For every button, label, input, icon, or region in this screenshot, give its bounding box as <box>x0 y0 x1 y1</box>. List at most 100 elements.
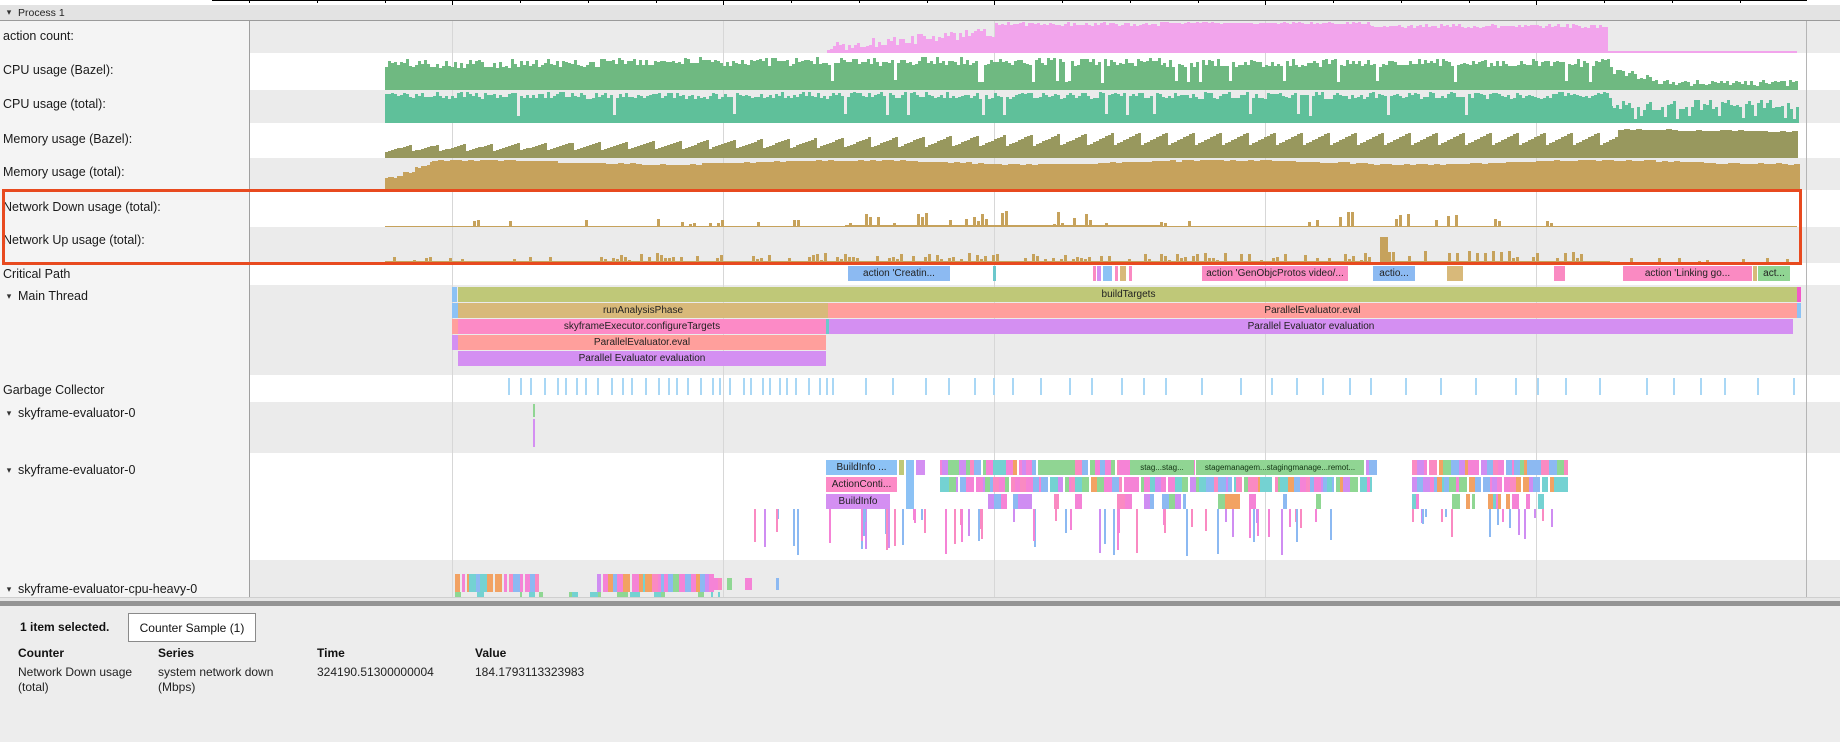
hanging-slice[interactable] <box>1451 509 1453 537</box>
gc-tick[interactable] <box>832 378 834 395</box>
evaluator-tick[interactable] <box>533 404 535 417</box>
hanging-slice[interactable] <box>764 509 766 547</box>
slice[interactable] <box>916 460 925 475</box>
thread-slice[interactable] <box>462 574 464 592</box>
hanging-slice[interactable] <box>888 509 890 548</box>
hanging-slice[interactable] <box>1225 509 1227 522</box>
hanging-slice[interactable] <box>1315 509 1317 522</box>
slice[interactable] <box>1097 266 1101 281</box>
triangle-down-icon[interactable]: ▾ <box>0 584 18 595</box>
table-header-counter[interactable]: Counter <box>18 646 64 660</box>
counter-sample[interactable] <box>1796 107 1799 123</box>
process-header[interactable]: ▾ Process 1 <box>0 5 1840 21</box>
hanging-slice[interactable] <box>1497 509 1499 525</box>
thread-slice[interactable] <box>1526 494 1531 509</box>
thread-slice[interactable] <box>727 578 732 590</box>
slice[interactable] <box>1554 266 1565 281</box>
thread-slice[interactable] <box>1150 494 1155 509</box>
gc-tick[interactable] <box>769 378 771 395</box>
gc-tick[interactable] <box>508 378 510 395</box>
slice-buildtargets[interactable]: buildTargets <box>458 287 1799 302</box>
thread-slice[interactable] <box>1082 477 1090 492</box>
slice-buildinfo[interactable]: BuildInfo <box>826 494 890 509</box>
gc-tick[interactable] <box>611 378 613 395</box>
thread-slice[interactable] <box>1006 460 1013 475</box>
hanging-slice[interactable] <box>864 509 866 522</box>
gc-tick[interactable] <box>1271 378 1273 395</box>
thread-slice[interactable] <box>1001 494 1007 509</box>
gc-tick[interactable] <box>892 378 894 395</box>
triangle-down-icon[interactable]: ▾ <box>0 465 18 476</box>
thread-slice[interactable] <box>1316 494 1322 509</box>
slice[interactable] <box>1753 266 1757 281</box>
gc-tick[interactable] <box>1296 378 1298 395</box>
hanging-slice[interactable] <box>1117 509 1119 550</box>
hanging-slice[interactable] <box>1441 509 1443 522</box>
gc-tick[interactable] <box>1440 378 1442 395</box>
hanging-slice[interactable] <box>1489 509 1491 537</box>
gc-tick[interactable] <box>1537 378 1539 395</box>
slice[interactable] <box>1120 266 1126 281</box>
thread-slice[interactable] <box>1343 477 1350 492</box>
thread-slice[interactable] <box>1162 494 1169 509</box>
thread-slice[interactable] <box>1075 494 1083 509</box>
hanging-slice[interactable] <box>1330 509 1332 540</box>
gc-tick[interactable] <box>948 378 950 395</box>
thread-slice[interactable] <box>1228 477 1232 492</box>
hanging-slice[interactable] <box>921 509 923 520</box>
gc-tick[interactable] <box>700 378 702 395</box>
triangle-down-icon[interactable]: ▾ <box>0 7 18 18</box>
track-label-memory-usage-total[interactable]: Memory usage (total): <box>0 163 248 181</box>
thread-slice[interactable] <box>1225 494 1233 509</box>
gc-tick[interactable] <box>520 378 522 395</box>
slice[interactable] <box>1797 303 1801 318</box>
hanging-slice[interactable] <box>1065 509 1067 533</box>
slice[interactable] <box>1797 287 1801 302</box>
hanging-slice[interactable] <box>1289 509 1291 527</box>
hanging-slice[interactable] <box>1542 509 1544 521</box>
thread-slice[interactable] <box>1027 494 1032 509</box>
gc-tick[interactable] <box>1040 378 1042 395</box>
thread-slice[interactable] <box>1452 494 1460 509</box>
counter-sample[interactable] <box>1794 164 1800 190</box>
thread-slice[interactable] <box>1144 477 1151 492</box>
hanging-slice[interactable] <box>968 509 970 536</box>
slice-parallel-evaluator-evaluation[interactable]: Parallel Evaluator evaluation <box>829 319 1793 334</box>
gc-tick[interactable] <box>1599 378 1601 395</box>
hanging-slice[interactable] <box>1412 509 1414 522</box>
thread-slice[interactable] <box>1498 460 1505 475</box>
thread-slice[interactable] <box>1125 494 1132 509</box>
thread-slice[interactable] <box>956 477 958 492</box>
thread-slice-staging[interactable] <box>1040 460 1075 475</box>
counter-sample[interactable] <box>1795 81 1798 90</box>
slice[interactable] <box>452 287 457 302</box>
thread-slice[interactable] <box>487 574 493 592</box>
slice-actio-[interactable]: actio... <box>1373 266 1415 281</box>
slice[interactable] <box>1093 266 1096 281</box>
track-label-memory-usage-bazel[interactable]: Memory usage (Bazel): <box>0 130 248 148</box>
thread-slice[interactable] <box>1472 494 1476 509</box>
gc-tick[interactable] <box>557 378 559 395</box>
thread-slice[interactable] <box>1475 477 1480 492</box>
thread-slice[interactable] <box>1541 460 1549 475</box>
counter-sample[interactable] <box>1607 51 1797 53</box>
track-label-critical-path[interactable]: Critical Path <box>0 265 248 283</box>
gc-tick[interactable] <box>795 378 797 395</box>
thread-slice[interactable] <box>1481 460 1488 475</box>
hanging-slice[interactable] <box>1524 509 1526 539</box>
hanging-slice[interactable] <box>1099 509 1101 553</box>
thread-slice[interactable] <box>1497 477 1502 492</box>
thread-slice[interactable] <box>974 460 981 475</box>
slice-action-linking-go-[interactable]: action 'Linking go... <box>1623 266 1752 281</box>
thread-slice[interactable] <box>597 574 601 592</box>
hanging-slice[interactable] <box>1249 509 1251 538</box>
track-label-cpu-usage-bazel[interactable]: CPU usage (Bazel): <box>0 61 248 79</box>
gc-tick[interactable] <box>1069 378 1071 395</box>
thread-slice[interactable] <box>1265 477 1272 492</box>
thread-slice[interactable] <box>1183 494 1186 509</box>
thread-slice[interactable] <box>1050 477 1058 492</box>
tab-counter-sample[interactable]: Counter Sample (1) <box>128 613 256 642</box>
thread-slice[interactable] <box>745 578 752 590</box>
gc-tick[interactable] <box>631 378 633 395</box>
hanging-slice[interactable] <box>1191 509 1193 527</box>
